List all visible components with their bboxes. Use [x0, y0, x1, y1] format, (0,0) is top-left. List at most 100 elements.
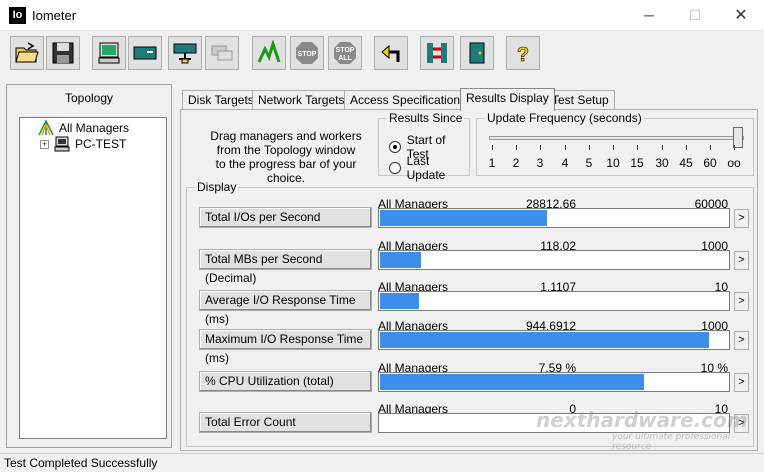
metric-progress-fill [380, 252, 421, 268]
stop-all-button[interactable]: STOP ALL [328, 36, 362, 70]
slider-tick [710, 145, 711, 150]
save-icon [52, 42, 74, 64]
slider-tick [637, 145, 638, 150]
tab-disk-targets[interactable]: Disk Targets [182, 90, 260, 110]
slider-tick-label: 15 [630, 156, 644, 170]
slider-tick [540, 145, 541, 150]
duplicate-worker-icon [211, 45, 233, 61]
topology-panel: Topology All Managers + PC-TEST [6, 84, 172, 448]
close-button[interactable]: ✕ [718, 0, 764, 31]
metric-progress-bar [378, 330, 730, 350]
tree-item-pc-test[interactable]: + PC-TEST [40, 136, 126, 152]
tree-item-all-managers[interactable]: All Managers [24, 120, 129, 136]
new-worker-button[interactable] [92, 36, 126, 70]
start-button[interactable] [252, 36, 286, 70]
slider-tick-label: 3 [536, 156, 544, 170]
slider-tick-label: 2 [512, 156, 520, 170]
save-button[interactable] [46, 36, 80, 70]
update-frequency-legend: Update Frequency (seconds) [485, 111, 644, 125]
exit-door-icon [469, 42, 485, 64]
tab-results-display[interactable]: Results Display [460, 88, 555, 111]
tab-test-setup[interactable]: Test Setup [546, 90, 615, 110]
slider-tick-label: 60 [703, 156, 717, 170]
metric-select-button[interactable]: Maximum I/O Response Time (ms) [199, 329, 372, 365]
stop-all-icon: STOPALL [334, 42, 356, 64]
exit-button[interactable] [420, 36, 454, 70]
slider-tick-label: 45 [679, 156, 693, 170]
reset-icon [381, 44, 400, 62]
stop-label: STOP [298, 51, 317, 58]
maximize-button[interactable]: ☐ [672, 0, 718, 31]
stop-button[interactable]: STOP [290, 36, 324, 70]
expand-icon[interactable]: + [40, 139, 49, 149]
metric-progress-bar [378, 250, 730, 270]
window-title: Iometer [32, 8, 77, 23]
slider-tick [589, 145, 590, 150]
radio-button[interactable] [389, 162, 401, 174]
metric-progress-bar [378, 372, 730, 392]
status-bar: Test Completed Successfully [0, 453, 764, 472]
metric-progress-fill [380, 332, 709, 348]
metric-progress-fill [380, 210, 547, 226]
tree-item-label: PC-TEST [75, 137, 127, 151]
metric-select-button[interactable]: Total MBs per Second (Decimal) [199, 249, 372, 285]
slider-tick [662, 145, 663, 150]
slider-tick-label: 10 [606, 156, 620, 170]
update-frequency-slider-track[interactable] [489, 136, 744, 140]
open-icon [15, 42, 39, 63]
slider-tick [686, 145, 687, 150]
title-bar: Io Iometer ─ ☐ ✕ [0, 0, 764, 31]
metric-progress-bar [378, 208, 730, 228]
metric-more-button[interactable]: > [734, 292, 749, 311]
tab-network-targets[interactable]: Network Targets [252, 90, 351, 110]
open-button[interactable] [10, 36, 44, 70]
disk-worker-icon [133, 46, 157, 60]
stop-all-label-bottom: ALL [338, 55, 352, 62]
slider-tick-label: 5 [585, 156, 593, 170]
disk-worker-button[interactable] [128, 36, 162, 70]
slider-tick [516, 145, 517, 150]
metric-select-button[interactable]: Total Error Count [199, 412, 372, 433]
metric-more-button[interactable]: > [734, 209, 749, 228]
results-since-legend: Results Since [387, 111, 465, 125]
toolbar: STOP STOP ALL ? [0, 32, 764, 76]
metric-select-button[interactable]: Total I/Os per Second [199, 207, 372, 228]
start-icon [257, 40, 281, 63]
tree-item-label: All Managers [59, 121, 130, 135]
metric-more-button[interactable]: > [734, 331, 749, 350]
exit-door-button[interactable] [460, 36, 494, 70]
help-button[interactable]: ? [506, 36, 540, 70]
topology-title: Topology [64, 91, 114, 105]
topology-tree[interactable]: All Managers + PC-TEST [19, 117, 167, 439]
metric-select-button[interactable]: Average I/O Response Time (ms) [199, 290, 372, 326]
slider-tick-label: 4 [561, 156, 569, 170]
minimize-button[interactable]: ─ [626, 0, 672, 31]
metric-more-button[interactable]: > [734, 251, 749, 270]
slider-tick [492, 145, 493, 150]
radio-button-checked[interactable] [389, 141, 401, 153]
network-worker-button[interactable] [168, 36, 202, 70]
exit-icon [427, 43, 447, 63]
status-text: Test Completed Successfully [4, 456, 158, 470]
metric-progress-fill [380, 374, 644, 390]
reset-button[interactable] [374, 36, 408, 70]
drag-instructions: Drag managers and workers from the Topol… [210, 129, 362, 185]
all-managers-icon [38, 120, 54, 136]
help-label: ? [517, 44, 529, 66]
slider-tick [565, 145, 566, 150]
metric-select-button[interactable]: % CPU Utilization (total) [199, 371, 372, 392]
metric-more-button[interactable]: > [734, 373, 749, 392]
watermark-tagline: your ultimate professional resource [612, 432, 731, 452]
metric-progress-bar [378, 291, 730, 311]
slider-tick-label: 30 [655, 156, 669, 170]
radio-last-update[interactable]: Last Update [389, 154, 469, 182]
help-icon: ? [517, 44, 530, 66]
network-worker-icon [173, 43, 197, 64]
slider-tick-label: oo [727, 156, 741, 170]
new-worker-icon [98, 42, 120, 64]
tab-access-specifications[interactable]: Access Specifications [344, 90, 473, 110]
slider-tick [734, 145, 735, 150]
update-frequency-group: Update Frequency (seconds) 1 2 3 4 5 10 15 30 45… [476, 111, 754, 176]
display-legend: Display [195, 180, 239, 194]
duplicate-worker-button[interactable] [205, 36, 239, 70]
